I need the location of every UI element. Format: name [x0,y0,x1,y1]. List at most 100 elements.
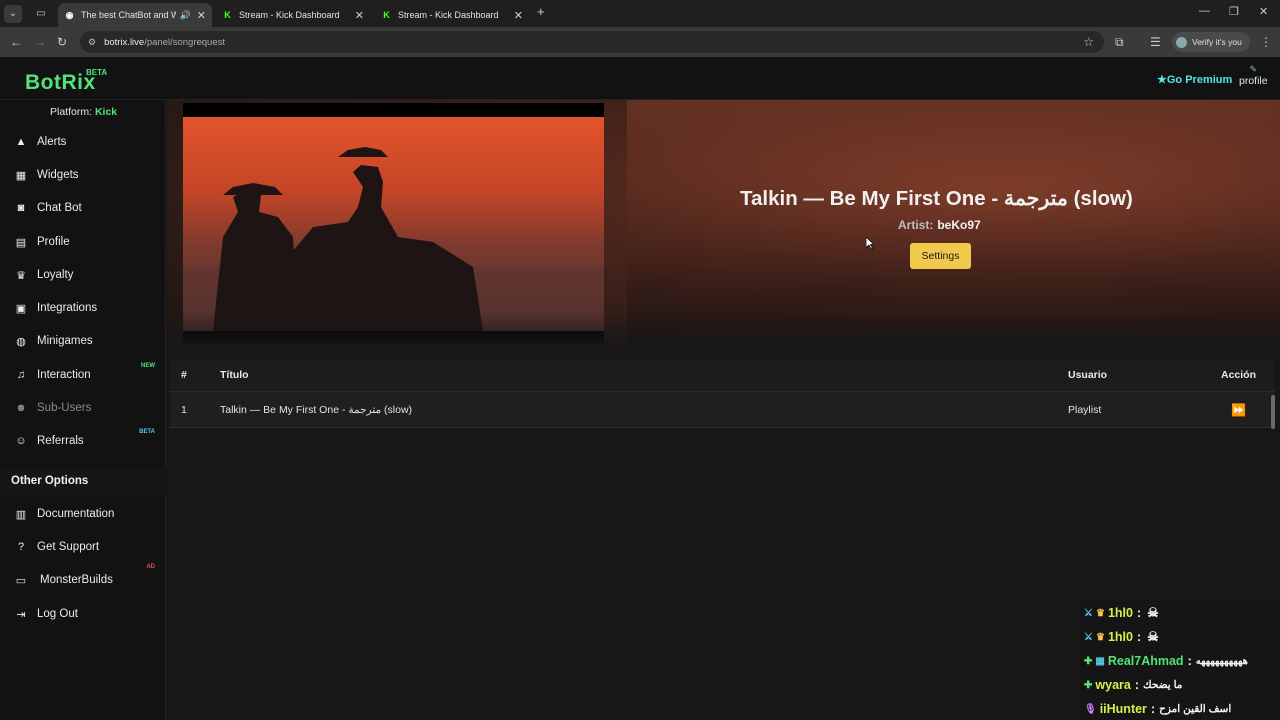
chat-message: ⚔ ♛ 1hl0 : ☠ [1084,626,1162,648]
tab-groups-icon[interactable]: ▭ [32,5,50,23]
table-row[interactable]: 1 Talkin — Be My First One - مترجمة (slo… [170,392,1275,428]
sidebar-item-minigames[interactable]: ◍ Minigames [13,331,163,351]
logo-beta-badge: BETA [86,68,108,77]
close-tab-icon[interactable]: ✕ [355,9,364,22]
sidebar-item-label: Sub-Users [37,402,92,414]
extensions-icon[interactable]: ⧉ [1115,35,1124,50]
chat-username: 1hl0 [1107,630,1133,644]
reading-list-icon[interactable]: ☰ [1150,35,1161,49]
sidebar-item-log-out[interactable]: ⇥ Log Out [13,604,163,624]
chat-username: wyara [1095,678,1131,692]
chat-text: ما يضحك [1143,679,1183,691]
sidebar-item-label: Integrations [37,302,98,314]
sidebar-item-interaction[interactable]: ♫ Interaction NEW [13,363,163,385]
logout-icon: ⇥ [16,608,26,621]
integrations-icon: ▣ [15,302,27,315]
profile-link[interactable]: ✎ profile [1239,63,1268,87]
sidebar-item-get-support[interactable]: ? Get Support [13,537,163,557]
subscriber-badge-icon: ▦ [1095,655,1105,667]
row-user: Playlist [1068,403,1102,416]
chat-message: 🎙 iiHunter : اسف القين امزح [1084,698,1231,720]
question-icon: ? [17,541,25,553]
sidebar-item-label: Documentation [37,508,115,520]
column-header-user: Usuario [1068,369,1108,381]
feather-icon: ✎ [1249,64,1258,74]
sidebar-item-widgets[interactable]: ▦ Widgets [13,165,163,185]
close-tab-icon[interactable]: ✕ [197,9,206,22]
sidebar-item-label: Interaction [37,369,91,381]
sidebar-item-documentation[interactable]: ▥ Documentation [13,504,163,524]
column-header-title: Título [220,369,249,381]
profile-label: profile [1239,75,1268,87]
silhouette-riders-image [183,147,604,331]
sidebar-item-label: Log Out [37,608,78,620]
column-header-number: # [181,369,187,381]
sidebar-item-monsterbuilds[interactable]: ▭ MonsterBuilds AD [13,564,163,590]
widgets-grid-icon: ▦ [15,169,27,182]
new-tab-icon[interactable]: + [537,4,545,19]
forward-arrow-icon[interactable]: → [34,35,46,49]
close-window-icon[interactable]: ✕ [1259,5,1268,18]
chat-text: اسف القين امزح [1159,703,1232,715]
browser-tab-botrix[interactable]: ◉ The best ChatBot and Widg 🔊 ✕ [58,3,212,27]
star-icon: ★ [1157,74,1167,86]
mouse-cursor-icon [866,237,874,250]
sidebar-item-label: Alerts [37,136,67,148]
row-title: Talkin — Be My First One - مترجمة (slow) [220,403,413,416]
site-info-icon[interactable]: ⚙ [88,37,96,48]
premium-label: Go Premium [1166,74,1233,86]
sidebar-item-loyalty[interactable]: ♛ Loyalty [13,265,163,285]
plus-badge-icon: ✚ [1084,655,1093,667]
video-player[interactable] [183,103,604,343]
browser-tab-kick-1[interactable]: K Stream - Kick Dashboard ✕ [216,3,370,27]
skip-forward-icon[interactable]: ⏩ [1231,403,1246,417]
sidebar-item-label: Get Support [37,541,100,553]
chat-username: iiHunter [1099,702,1147,716]
browser-tab-bar: ⌄ ▭ ◉ The best ChatBot and Widg 🔊 ✕ K St… [0,0,1280,27]
ad-badge: AD [146,564,155,570]
microphone-badge-icon: 🎙 [1084,703,1097,715]
sidebar-item-label: Widgets [37,169,79,181]
chat-separator: : [1136,630,1142,644]
minimize-icon[interactable]: — [1199,5,1210,17]
sidebar-item-profile[interactable]: ▤ Profile [13,232,163,252]
sidebar-item-sub-users[interactable]: ☻ Sub-Users [13,398,163,418]
sidebar-item-chat-bot[interactable]: ◙ Chat Bot [13,198,163,218]
sidebar-item-label: Loyalty [37,269,74,281]
bookmark-star-icon[interactable]: ☆ [1083,35,1094,49]
restore-icon[interactable]: ❐ [1229,5,1239,18]
sidebar-item-alerts[interactable]: ▲ Alerts [13,132,163,152]
browser-tab-kick-2[interactable]: K Stream - Kick Dashboard ✕ [375,3,529,27]
chat-text: ههههههههههه [1195,655,1248,667]
chat-separator: : [1187,654,1192,668]
settings-button[interactable]: Settings [910,243,971,269]
plus-badge-icon: ✚ [1084,679,1093,691]
chat-message: ⚔ ♛ 1hl0 : ☠ [1084,602,1162,624]
sidebar-item-label: Profile [37,236,70,248]
url-field[interactable]: ⚙ botrix.live/panel/songrequest ☆ [80,31,1104,53]
sidebar-item-referrals[interactable]: ☺ Referrals BETA [13,429,163,451]
sidebar-item-label: Minigames [37,335,93,347]
book-icon: ▥ [15,508,27,521]
sidebar-item-label: Referrals [37,435,84,447]
back-arrow-icon[interactable]: ← [10,35,22,49]
sidebar-item-integrations[interactable]: ▣ Integrations [13,298,163,318]
tab-search-icon[interactable]: ⌄ [4,4,22,23]
users-icon: ☺ [15,435,27,447]
verify-label: Verify it's you [1192,37,1242,47]
speaker-icon[interactable]: 🔊 [180,10,191,21]
reload-icon[interactable]: ↻ [57,35,67,49]
emote-icon: ☠ [1147,605,1159,620]
now-playing-hero: Talkin — Be My First One - مترجمة (slow)… [167,100,1280,352]
go-premium-link[interactable]: ★Go Premium [1157,73,1232,86]
browser-menu-icon[interactable]: ⋮ [1260,35,1272,49]
app-header: BotRix BETA ★Go Premium ✎ profile [0,57,1280,100]
music-note-icon: ♫ [16,369,26,381]
table-header: # Título Usuario Acción [170,359,1275,392]
close-tab-icon[interactable]: ✕ [514,9,523,22]
scrollbar[interactable] [1271,395,1275,429]
sidebar-item-label: MonsterBuilds [40,574,113,586]
profile-verify-chip[interactable]: Verify it's you [1172,32,1250,52]
chat-username: 1hl0 [1107,606,1133,620]
url-path: /panel/songrequest [144,36,226,48]
